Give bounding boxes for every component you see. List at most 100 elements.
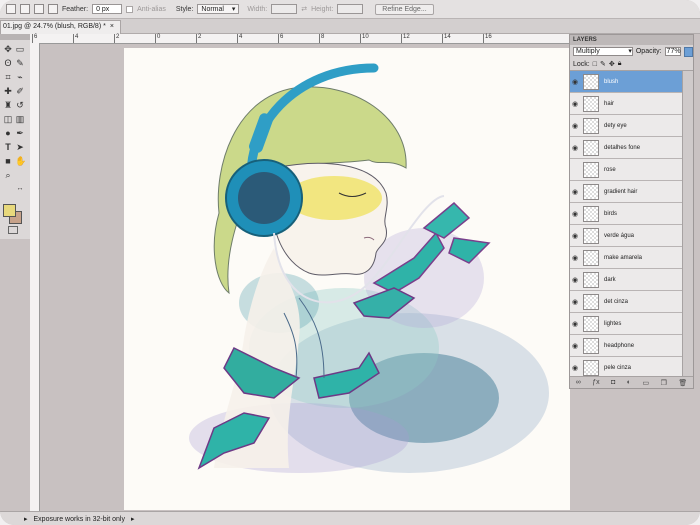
opacity-input[interactable]: 77% xyxy=(664,47,681,56)
layer-style-icon[interactable]: ƒx xyxy=(592,379,599,386)
new-selection-icon[interactable] xyxy=(6,4,16,14)
eye-icon[interactable]: ◉ xyxy=(570,144,580,152)
crop-icon[interactable]: ⌗ xyxy=(3,72,13,82)
type-icon[interactable]: T xyxy=(3,142,13,152)
layer-row-blush[interactable]: ◉ blush xyxy=(570,71,683,93)
marquee-icon[interactable]: ▭ xyxy=(15,44,25,54)
document-tab[interactable]: 01.jpg @ 24.7% (blush, RGB/8) * × xyxy=(0,20,121,34)
layer-row-dety-eye[interactable]: ◉ dety eye xyxy=(570,115,683,137)
eye-icon[interactable]: ◉ xyxy=(570,298,580,306)
layer-row-pele-cinza[interactable]: ◉ pele cinza xyxy=(570,357,683,378)
history-brush-icon[interactable]: ↺ xyxy=(15,100,25,110)
pen-icon[interactable]: ✒ xyxy=(15,128,25,138)
eraser-icon[interactable]: ◫ xyxy=(3,114,13,124)
shape-icon[interactable]: ■ xyxy=(3,156,13,166)
eye-icon[interactable]: ◉ xyxy=(570,188,580,196)
layer-row-gradient-hair[interactable]: ◉ gradient hair xyxy=(570,181,683,203)
layers-panel-title[interactable]: LAYERS xyxy=(570,35,693,45)
layer-row-headphone[interactable]: ◉ headphone xyxy=(570,335,683,357)
quick-mask-icon[interactable] xyxy=(8,226,18,234)
zoom-icon[interactable]: ⌕ xyxy=(3,170,13,180)
style-select[interactable]: Normal ▾ xyxy=(197,4,240,14)
layer-row-rose[interactable]: rose xyxy=(570,159,683,181)
lasso-icon[interactable]: ʘ xyxy=(3,58,13,68)
layer-row-birds[interactable]: ◉ birds xyxy=(570,203,683,225)
antialias-checkbox[interactable] xyxy=(126,5,134,13)
layer-row-detalhes-fone[interactable]: ◉ detalhes fone xyxy=(570,137,683,159)
foreground-color-swatch[interactable] xyxy=(3,204,16,217)
layer-row-lightes[interactable]: ◉ lightes xyxy=(570,313,683,335)
eye-icon[interactable]: ◉ xyxy=(570,320,580,328)
path-select-icon[interactable]: ➤ xyxy=(15,142,25,152)
status-message: Exposure works in 32-bit only xyxy=(33,515,125,523)
status-info-icon[interactable]: ▸ xyxy=(24,515,28,523)
lock-position-icon[interactable]: ✥ xyxy=(609,60,615,68)
new-layer-icon[interactable]: ❐ xyxy=(661,379,667,387)
layer-row-hair[interactable]: ◉ hair xyxy=(570,93,683,115)
chevron-down-icon: ▾ xyxy=(231,6,236,13)
layer-mask-icon[interactable]: ◘ xyxy=(611,379,615,386)
eye-icon[interactable]: ◉ xyxy=(570,122,580,130)
blend-mode-select[interactable]: Multiply ▾ xyxy=(573,47,633,56)
ruler-number: 6 xyxy=(34,34,38,40)
status-arrow-icon[interactable]: ▸ xyxy=(131,515,135,523)
lock-all-icon[interactable]: 🔒︎ xyxy=(618,60,622,68)
dodge-icon[interactable]: ● xyxy=(3,128,13,138)
layer-name: verde água xyxy=(604,232,635,239)
eye-icon[interactable]: ◉ xyxy=(570,232,580,240)
artwork-canvas[interactable] xyxy=(124,48,570,510)
height-input[interactable] xyxy=(337,4,364,14)
blend-mode-value: Multiply xyxy=(576,48,600,55)
adjustment-layer-icon[interactable]: ◐ xyxy=(627,379,631,386)
eye-icon[interactable]: ◉ xyxy=(570,364,580,372)
ruler-number: 0 xyxy=(157,34,161,40)
subtract-selection-icon[interactable] xyxy=(34,4,44,14)
eye-icon[interactable]: ◉ xyxy=(570,342,580,350)
illustration xyxy=(189,63,549,473)
eye-icon[interactable]: ◉ xyxy=(570,100,580,108)
eye-icon[interactable]: ◉ xyxy=(570,210,580,218)
layer-thumbnail xyxy=(583,315,599,332)
stamp-icon[interactable]: ♜ xyxy=(3,100,13,110)
layer-row-dark[interactable]: ◉ dark xyxy=(570,269,683,291)
eye-icon[interactable]: ◉ xyxy=(570,78,580,86)
lock-pixels-icon[interactable]: ✎ xyxy=(600,60,606,68)
layer-row-verde-agua[interactable]: ◉ verde água xyxy=(570,225,683,247)
ruler-tick xyxy=(319,34,320,43)
gradient-icon[interactable]: ▥ xyxy=(15,114,25,124)
swap-colors-icon[interactable]: ↔ xyxy=(15,184,25,194)
quick-select-icon[interactable]: ✎ xyxy=(15,58,25,68)
intersect-selection-icon[interactable] xyxy=(48,4,58,14)
brush-icon[interactable]: ✐ xyxy=(15,86,25,96)
refine-edge-button[interactable]: Refine Edge... xyxy=(375,3,434,15)
trash-icon[interactable]: 🗑︎ xyxy=(678,379,687,387)
feather-input[interactable]: 0 px xyxy=(92,4,123,14)
eyedropper-icon[interactable]: ⌁ xyxy=(15,72,25,82)
layer-row-make-amarela[interactable]: ◉ make amarela xyxy=(570,247,683,269)
layers-scrollbar[interactable] xyxy=(682,71,693,378)
move-icon[interactable]: ✥ xyxy=(3,44,13,54)
close-icon[interactable]: × xyxy=(110,21,114,34)
healing-icon[interactable]: ✚ xyxy=(3,86,13,96)
ruler-tick xyxy=(237,34,238,43)
horizontal-ruler: 6 4 2 0 2 4 6 8 10 12 14 16 xyxy=(30,34,570,44)
canvas-area[interactable] xyxy=(40,44,570,510)
new-group-icon[interactable]: ▭ xyxy=(642,379,649,387)
link-layers-icon[interactable]: ∞ xyxy=(576,379,581,386)
layer-row-det-cinza[interactable]: ◉ det cinza xyxy=(570,291,683,313)
ruler-number: 6 xyxy=(280,34,284,40)
hand-icon[interactable]: ✋ xyxy=(15,156,26,166)
add-selection-icon[interactable] xyxy=(20,4,30,14)
eye-icon[interactable]: ◉ xyxy=(570,276,580,284)
vertical-ruler xyxy=(30,43,40,513)
opacity-slider-icon[interactable] xyxy=(683,46,693,57)
ruler-tick xyxy=(32,34,33,43)
swap-icon[interactable]: ⇄ xyxy=(301,5,307,13)
layer-list: ◉ blush ◉ hair ◉ dety eye ◉ detalhes fon… xyxy=(570,71,683,378)
layer-thumbnail xyxy=(583,205,599,222)
tools-panel-grip[interactable] xyxy=(0,34,30,40)
layer-name: gradient hair xyxy=(604,188,638,195)
lock-transparent-icon[interactable]: □ xyxy=(593,61,597,68)
eye-icon[interactable]: ◉ xyxy=(570,254,580,262)
width-input[interactable] xyxy=(271,4,298,14)
